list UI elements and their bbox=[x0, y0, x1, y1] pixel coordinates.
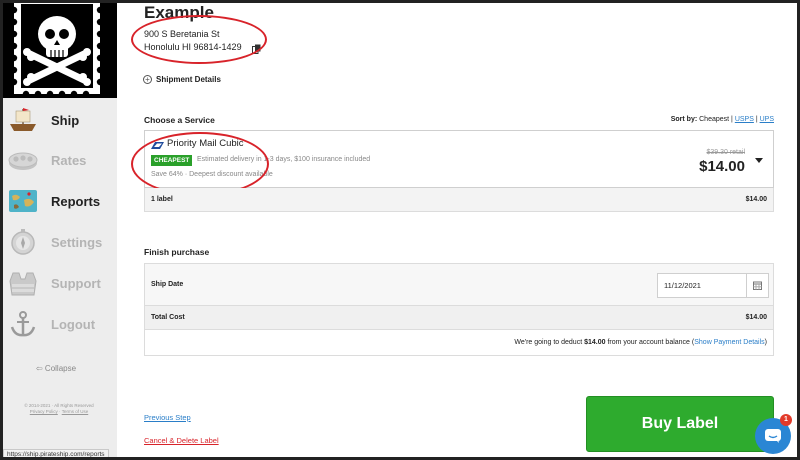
copyright-notice: © 2014-2021 · All Rights Reserved Privac… bbox=[14, 403, 104, 415]
sidebar-item-label: Support bbox=[51, 275, 101, 291]
deduct-suffix: ) bbox=[764, 339, 767, 346]
collapse-sidebar-button[interactable]: ⇦ Collapse bbox=[36, 364, 76, 373]
purchase-panel: Ship Date 11/12/2021 Total Cost $14.00 W… bbox=[144, 263, 774, 356]
terms-of-use-link[interactable]: Terms of Use bbox=[62, 409, 89, 414]
ship-date-label: Ship Date bbox=[151, 281, 184, 288]
chat-icon bbox=[765, 429, 781, 443]
labels-summary-row: 1 label $14.00 bbox=[144, 188, 774, 212]
sidebar: Ship Rates Reports Settings Support Logo… bbox=[0, 0, 117, 460]
rates-icon bbox=[6, 145, 40, 175]
ship-date-value[interactable]: 11/12/2021 bbox=[664, 281, 746, 290]
browser-status-bar-url: https://ship.pirateship.com/reports bbox=[3, 449, 109, 460]
sort-option-ups[interactable]: UPS bbox=[760, 116, 774, 123]
address-highlight-annotation bbox=[131, 15, 267, 64]
ship-date-field[interactable]: 11/12/2021 bbox=[657, 273, 769, 298]
sidebar-item-label: Ship bbox=[51, 112, 80, 128]
retail-price: $39.30 retail bbox=[706, 149, 745, 156]
deduct-middle: from your account balance ( bbox=[605, 339, 695, 346]
ship-date-row: Ship Date 11/12/2021 bbox=[145, 264, 773, 306]
deduct-prefix: We're going to deduct bbox=[514, 339, 585, 346]
logout-anchor-icon bbox=[6, 309, 40, 339]
plus-icon: + bbox=[143, 75, 152, 84]
previous-step-link[interactable]: Previous Step bbox=[144, 413, 191, 422]
cancel-delete-label-link[interactable]: Cancel & Delete Label bbox=[144, 436, 219, 445]
labels-count: 1 label bbox=[151, 196, 173, 203]
privacy-policy-link[interactable]: Privacy Policy bbox=[30, 409, 58, 414]
sort-by-label: Sort by: bbox=[670, 116, 698, 123]
sidebar-item-label: Reports bbox=[51, 193, 101, 209]
sidebar-item-ship[interactable]: Ship bbox=[6, 102, 114, 138]
deduct-notice: We're going to deduct $14.00 from your a… bbox=[514, 339, 767, 346]
buy-label-button[interactable]: Buy Label bbox=[586, 396, 774, 452]
screenshot-border bbox=[0, 0, 800, 460]
chat-notification-badge: 1 bbox=[780, 414, 792, 426]
deduct-amount: $14.00 bbox=[584, 339, 606, 346]
labels-total: $14.00 bbox=[745, 196, 767, 203]
sidebar-item-support[interactable]: Support bbox=[6, 265, 114, 301]
sidebar-item-label: Rates bbox=[51, 152, 87, 168]
shipment-details-label: Shipment Details bbox=[156, 75, 221, 84]
service-price: $14.00 bbox=[699, 158, 745, 175]
total-cost-value: $14.00 bbox=[745, 314, 767, 321]
show-payment-details-link[interactable]: Show Payment Details bbox=[694, 339, 764, 346]
total-cost-row: Total Cost $14.00 bbox=[145, 306, 773, 330]
sort-option-usps[interactable]: USPS bbox=[735, 116, 754, 123]
calendar-icon[interactable] bbox=[746, 274, 768, 297]
support-vest-icon bbox=[6, 268, 40, 298]
sort-option-cheapest[interactable]: Cheapest bbox=[699, 116, 729, 123]
sidebar-item-settings[interactable]: Settings bbox=[6, 224, 114, 260]
sidebar-item-reports[interactable]: Reports bbox=[6, 183, 114, 219]
reports-map-icon bbox=[6, 186, 40, 216]
sidebar-item-logout[interactable]: Logout bbox=[6, 306, 114, 342]
choose-service-heading: Choose a Service bbox=[144, 115, 215, 125]
sidebar-item-rates[interactable]: Rates bbox=[6, 142, 114, 178]
finish-purchase-heading: Finish purchase bbox=[144, 247, 210, 257]
sidebar-item-label: Settings bbox=[51, 234, 103, 250]
settings-compass-icon bbox=[6, 227, 40, 257]
ship-icon bbox=[6, 105, 40, 135]
shipment-details-toggle[interactable]: + Shipment Details bbox=[143, 75, 221, 84]
service-highlight-annotation bbox=[131, 132, 269, 196]
pirate-ship-logo[interactable] bbox=[0, 0, 117, 98]
chevron-down-icon[interactable] bbox=[755, 158, 763, 163]
total-cost-label: Total Cost bbox=[151, 314, 185, 321]
sidebar-item-label: Logout bbox=[51, 316, 96, 332]
sort-controls: Sort by: Cheapest | USPS | UPS bbox=[670, 116, 774, 123]
